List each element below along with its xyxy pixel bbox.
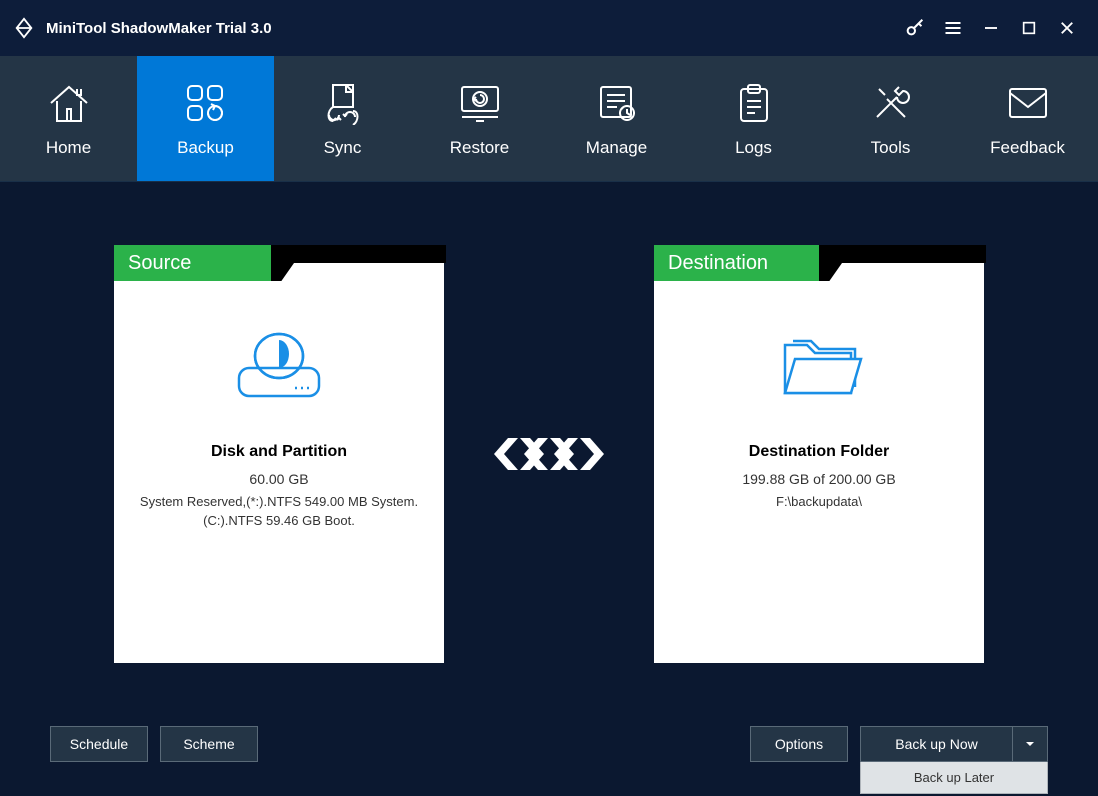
menu-icon[interactable] bbox=[934, 0, 972, 56]
destination-detail: F:\backupdata\ bbox=[776, 493, 862, 512]
nav-label: Backup bbox=[177, 138, 234, 158]
backup-workspace: Source Disk and Partition 60.00 GB Syste… bbox=[0, 182, 1098, 726]
restore-icon bbox=[456, 80, 504, 126]
destination-size: 199.88 GB of 200.00 GB bbox=[742, 471, 895, 487]
backup-dropdown-caret[interactable] bbox=[1012, 726, 1048, 762]
source-size: 60.00 GB bbox=[249, 471, 308, 487]
app-logo-icon bbox=[12, 16, 36, 40]
source-header: Source bbox=[114, 245, 444, 281]
backup-later-menuitem[interactable]: Back up Later bbox=[860, 762, 1048, 794]
nav-manage[interactable]: Manage bbox=[548, 56, 685, 181]
scheme-button[interactable]: Scheme bbox=[160, 726, 258, 762]
minimize-button[interactable] bbox=[972, 0, 1010, 56]
nav-restore[interactable]: Restore bbox=[411, 56, 548, 181]
tools-icon bbox=[869, 80, 913, 126]
nav-label: Manage bbox=[586, 138, 647, 158]
footer-bar: Schedule Scheme Options Back up Now Back… bbox=[0, 726, 1098, 796]
schedule-button[interactable]: Schedule bbox=[50, 726, 148, 762]
key-icon[interactable] bbox=[896, 0, 934, 56]
feedback-icon bbox=[1006, 80, 1050, 126]
folder-icon bbox=[771, 321, 867, 411]
backup-icon bbox=[182, 80, 230, 126]
destination-card[interactable]: Destination Destination Folder 199.88 GB… bbox=[654, 245, 984, 663]
nav-label: Logs bbox=[735, 138, 772, 158]
nav-tools[interactable]: Tools bbox=[822, 56, 959, 181]
source-detail: System Reserved,(*:).NTFS 549.00 MB Syst… bbox=[134, 493, 424, 531]
nav-label: Sync bbox=[324, 138, 362, 158]
source-tab-label: Source bbox=[114, 245, 271, 281]
destination-tab-label: Destination bbox=[654, 245, 819, 281]
destination-header: Destination bbox=[654, 245, 984, 281]
home-icon bbox=[44, 80, 94, 126]
main-nav: Home Backup Sync Restore Manage Logs T bbox=[0, 56, 1098, 182]
nav-label: Tools bbox=[871, 138, 911, 158]
disk-icon bbox=[231, 321, 327, 411]
sync-icon bbox=[323, 80, 363, 126]
title-bar: MiniTool ShadowMaker Trial 3.0 bbox=[0, 0, 1098, 56]
nav-logs[interactable]: Logs bbox=[685, 56, 822, 181]
close-button[interactable] bbox=[1048, 0, 1086, 56]
nav-feedback[interactable]: Feedback bbox=[959, 56, 1096, 181]
manage-icon bbox=[593, 80, 641, 126]
nav-label: Home bbox=[46, 138, 91, 158]
maximize-button[interactable] bbox=[1010, 0, 1048, 56]
nav-sync[interactable]: Sync bbox=[274, 56, 411, 181]
source-title: Disk and Partition bbox=[211, 443, 347, 461]
app-title: MiniTool ShadowMaker Trial 3.0 bbox=[46, 20, 272, 37]
nav-backup[interactable]: Backup bbox=[137, 56, 274, 181]
nav-home[interactable]: Home bbox=[0, 56, 137, 181]
arrows-icon bbox=[494, 432, 604, 476]
nav-label: Restore bbox=[450, 138, 510, 158]
source-card[interactable]: Source Disk and Partition 60.00 GB Syste… bbox=[114, 245, 444, 663]
logs-icon bbox=[733, 80, 775, 126]
options-button[interactable]: Options bbox=[750, 726, 848, 762]
destination-title: Destination Folder bbox=[749, 443, 889, 461]
nav-label: Feedback bbox=[990, 138, 1065, 158]
backup-now-button[interactable]: Back up Now bbox=[860, 726, 1012, 762]
